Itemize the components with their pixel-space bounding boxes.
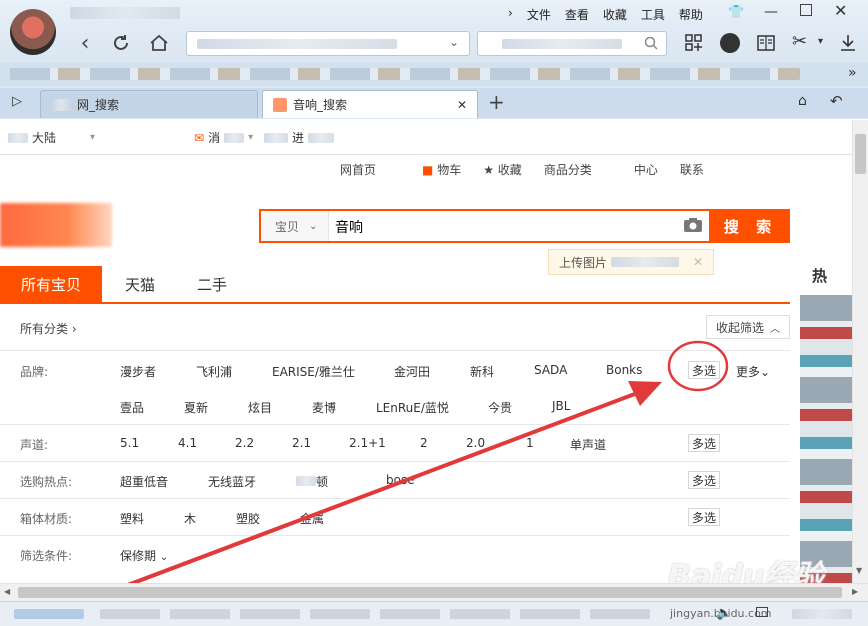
scroll-right-icon[interactable]: ▶ [852,587,858,596]
scroll-left-icon[interactable]: ◀ [4,587,10,596]
vertical-scrollbar[interactable]: ▼ [852,120,868,583]
vertical-scroll-thumb[interactable] [855,134,866,174]
annotation-arrow-shaft [86,390,642,602]
status-blurred [792,609,852,619]
status-blurred [100,609,660,619]
status-bar: jingyan.baidu.com 🔈 [0,601,868,626]
window-icon[interactable] [756,607,768,617]
speaker-icon[interactable]: 🔈 [716,606,732,621]
horizontal-scrollbar[interactable]: ◀ ▶ [0,583,868,601]
status-blurred [14,609,84,619]
annotation-circle [667,340,729,392]
scroll-down-icon[interactable]: ▼ [856,566,862,575]
horizontal-scroll-thumb[interactable] [18,587,842,598]
annotation-overlay [86,340,729,602]
